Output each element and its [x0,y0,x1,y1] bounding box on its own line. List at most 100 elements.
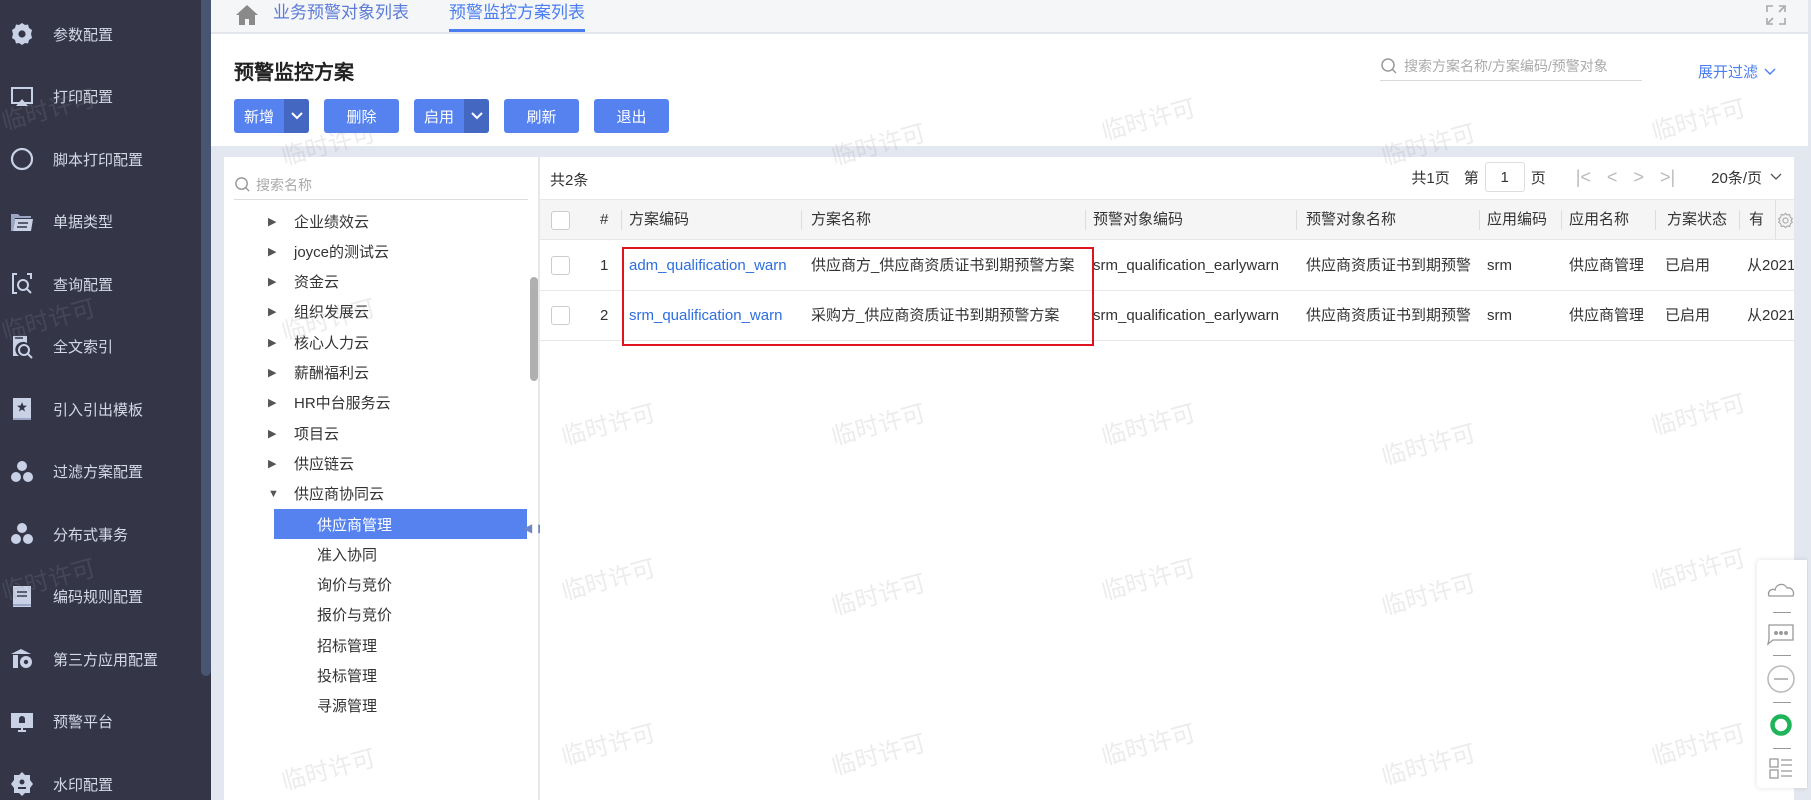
tree-node[interactable]: 寻源管理 [224,691,538,721]
cell-scheme-code[interactable]: adm_qualification_warn [621,241,801,290]
sidebar-item-label: 查询配置 [53,276,114,294]
scheme-search-input[interactable] [1404,57,1630,74]
tree-node[interactable]: 招标管理 [224,630,538,660]
sidebar-item[interactable]: 过滤方案配置 [0,452,201,492]
tree-search [234,170,528,200]
caret-right-icon[interactable]: ▶ [268,457,280,470]
caret-right-icon[interactable]: ▶ [268,396,280,409]
col-scheme-name[interactable]: 方案名称 [801,200,1085,240]
tree-node[interactable]: ▶ 供应链云 [224,448,538,478]
tree-node[interactable]: ▶ 项目云 [224,418,538,448]
cell-object-code: srm_qualification_earlywarn [1093,257,1279,274]
cell-app-name: 供应商管理 [1569,257,1645,274]
chevron-down-icon [470,112,483,120]
tree-node[interactable]: ▶ HR中台服务云 [224,388,538,418]
tab-business-warning-objects[interactable]: 业务预警对象列表 [273,0,409,33]
tree-node-label: 供应商管理 [317,516,393,534]
expand-filter-link[interactable]: 展开过滤 [1698,61,1776,82]
col-status[interactable]: 方案状态 [1655,200,1739,240]
sidebar-item[interactable]: 预警平台 [0,702,201,742]
total-pages: 共1页 [1411,169,1450,187]
minus-circle-icon[interactable] [1766,664,1796,694]
tree-node[interactable]: ▶ 企业绩效云 [224,206,538,236]
sidebar-item[interactable]: 分布式事务 [0,514,201,554]
tree-node[interactable]: ▼ 供应商协同云 [224,479,538,509]
col-app-name[interactable]: 应用名称 [1561,200,1655,240]
sidebar-scrollbar[interactable] [201,0,211,676]
cell-scheme-code[interactable]: srm_qualification_warn [621,291,801,340]
sidebar-item[interactable]: 参数配置 [0,14,201,54]
scheme-table-panel: 共2条 共1页 第 页 |< < > >| 20条/页 # 方案编码 方案名称 … [540,157,1794,800]
tree-node[interactable]: 投标管理 [224,661,538,691]
list-view-icon[interactable] [1766,754,1796,784]
caret-right-icon[interactable]: ▶ [268,305,280,318]
refresh-button[interactable]: 刷新 [504,99,579,133]
tree-node[interactable]: 询价与竞价 [224,570,538,600]
row-checkbox[interactable] [551,306,570,325]
page-number-input[interactable] [1484,162,1525,192]
sidebar-item[interactable]: 单据类型 [0,202,201,242]
sidebar-item[interactable]: 打印配置 [0,77,201,117]
first-page-icon[interactable]: |< [1576,167,1591,188]
delete-button[interactable]: 删除 [324,99,399,133]
toolbar-divider [1773,612,1791,613]
sidebar-item[interactable]: 第三方应用配置 [0,639,201,679]
collapse-left-icon[interactable]: ◀ [523,521,532,535]
col-object-code[interactable]: 预警对象编码 [1085,200,1296,240]
sidebar-item[interactable]: 水印配置 [0,764,201,800]
tree-node[interactable]: 报价与竞价 [224,600,538,630]
template-icon [8,395,36,423]
caret-down-icon[interactable]: ▼ [268,488,280,500]
tree-node[interactable]: ▶ joyce的测试云 [224,236,538,266]
tree-node[interactable]: ▶ 组织发展云 [224,297,538,327]
tree-node[interactable]: ▶ 资金云 [224,267,538,297]
caret-right-icon[interactable]: ▶ [268,336,280,349]
tree-node-label: 薪酬福利云 [294,365,370,382]
page-size-select[interactable]: 20条/页 [1711,167,1782,188]
add-dropdown-button[interactable] [284,99,309,133]
col-scheme-code[interactable]: 方案编码 [621,200,801,240]
table-row[interactable]: 1 adm_qualification_warn 供应商方_供应商资质证书到期预警方… [540,241,1794,291]
home-icon[interactable] [235,4,259,26]
tab-bar: 业务预警对象列表 预警监控方案列表 [211,0,1811,33]
tree-search-input[interactable] [256,176,516,193]
sidebar-item[interactable]: 引入引出模板 [0,389,201,429]
last-page-icon[interactable]: >| [1660,167,1675,188]
sidebar-item[interactable]: 编码规则配置 [0,577,201,617]
tree-node[interactable]: 准入协同 [224,539,538,569]
caret-right-icon[interactable]: ▶ [268,275,280,288]
next-page-icon[interactable]: > [1633,167,1644,188]
column-settings-button[interactable] [1775,200,1794,240]
col-object-name[interactable]: 预警对象名称 [1296,200,1479,240]
cell-app-code: srm [1487,257,1512,274]
tree-node-label: 项目云 [294,425,340,443]
status-ring-icon[interactable] [1766,710,1796,740]
col-app-code[interactable]: 应用编码 [1479,200,1561,240]
caret-right-icon[interactable]: ▶ [268,245,280,258]
tree-node[interactable]: ▶ 薪酬福利云 [224,358,538,388]
sidebar-item[interactable]: 脚本打印配置 [0,139,201,179]
prev-page-icon[interactable]: < [1607,167,1618,188]
toolbar-divider [1773,702,1791,703]
add-button[interactable]: 新增 [234,99,284,133]
fullscreen-icon[interactable] [1765,4,1787,26]
chat-icon[interactable] [1766,620,1796,650]
caret-right-icon[interactable]: ▶ [268,366,280,379]
circle-icon [8,145,36,173]
tree-node-selected[interactable]: 供应商管理 [274,509,527,539]
monitor-icon [8,708,36,736]
select-all-checkbox[interactable] [551,211,570,230]
table-row[interactable]: 2 srm_qualification_warn 采购方_供应商资质证书到期预警方案… [540,291,1794,341]
tree-node[interactable]: ▶ 核心人力云 [224,327,538,357]
tab-warning-schemes[interactable]: 预警监控方案列表 [449,0,585,32]
sidebar-item[interactable]: 查询配置 [0,264,201,304]
sidebar-item[interactable]: 全文索引 [0,327,201,367]
col-validity[interactable]: 有 [1739,200,1775,240]
caret-right-icon[interactable]: ▶ [268,427,280,440]
caret-right-icon[interactable]: ▶ [268,215,280,228]
cloud-icon[interactable] [1766,575,1796,605]
row-checkbox[interactable] [551,256,570,275]
enable-dropdown-button[interactable] [464,99,489,133]
exit-button[interactable]: 退出 [594,99,669,133]
enable-button[interactable]: 启用 [414,99,464,133]
